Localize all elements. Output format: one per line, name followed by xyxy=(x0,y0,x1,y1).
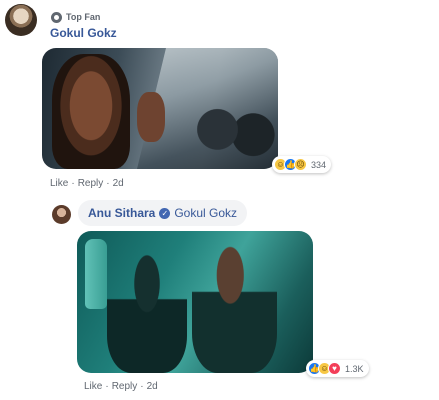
top-fan-label: Top Fan xyxy=(66,12,101,22)
separator: · xyxy=(140,381,144,392)
separator: · xyxy=(71,178,75,189)
verified-check-icon: ✓ xyxy=(159,207,171,219)
comment-actions: Like · Reply · 2d xyxy=(50,178,124,189)
reply-bubble: Anu Sithara ✓ Gokul Gokz xyxy=(78,200,248,226)
photo-hand xyxy=(137,92,165,142)
reply-mention[interactable]: Gokul Gokz xyxy=(174,206,237,220)
photo-background-people xyxy=(192,103,277,169)
photo-man-center xyxy=(192,241,277,373)
reaction-count: 1.3K xyxy=(345,363,364,374)
reply-photo[interactable] xyxy=(77,231,313,373)
commenter-avatar[interactable] xyxy=(5,4,37,36)
comment-photo[interactable] xyxy=(42,48,278,169)
like-link[interactable]: Like xyxy=(50,178,68,189)
photo-bottle xyxy=(85,239,107,309)
reply-avatar[interactable] xyxy=(52,205,71,224)
reply-link[interactable]: Reply xyxy=(112,381,138,392)
top-fan-badge: Top Fan xyxy=(51,11,100,23)
photo-man-face xyxy=(52,54,130,169)
reply-timestamp[interactable]: 2d xyxy=(147,381,158,392)
sad-reaction-icon: ☹ xyxy=(294,158,307,171)
reply-actions: Like · Reply · 2d xyxy=(84,381,158,392)
photo-man-goggles xyxy=(107,249,187,373)
love-reaction-icon: ♥ xyxy=(328,362,341,375)
separator: · xyxy=(106,178,110,189)
reply-link[interactable]: Reply xyxy=(78,178,104,189)
reply-author-name[interactable]: Anu Sithara xyxy=(88,206,155,220)
reaction-count: 334 xyxy=(311,159,327,170)
reply-reactions[interactable]: 👍 ☺ ♥ 1.3K xyxy=(306,360,369,377)
like-link[interactable]: Like xyxy=(84,381,102,392)
comment-author-name[interactable]: Gokul Gokz xyxy=(50,26,117,40)
comment-reactions[interactable]: ☺ 👍 ☹ 334 xyxy=(272,156,332,173)
separator: · xyxy=(105,381,109,392)
comment-thread: Top Fan Gokul Gokz ☺ 👍 ☹ 334 Like · Repl… xyxy=(0,0,439,400)
comment-timestamp[interactable]: 2d xyxy=(113,178,124,189)
top-fan-badge-icon xyxy=(51,11,62,23)
